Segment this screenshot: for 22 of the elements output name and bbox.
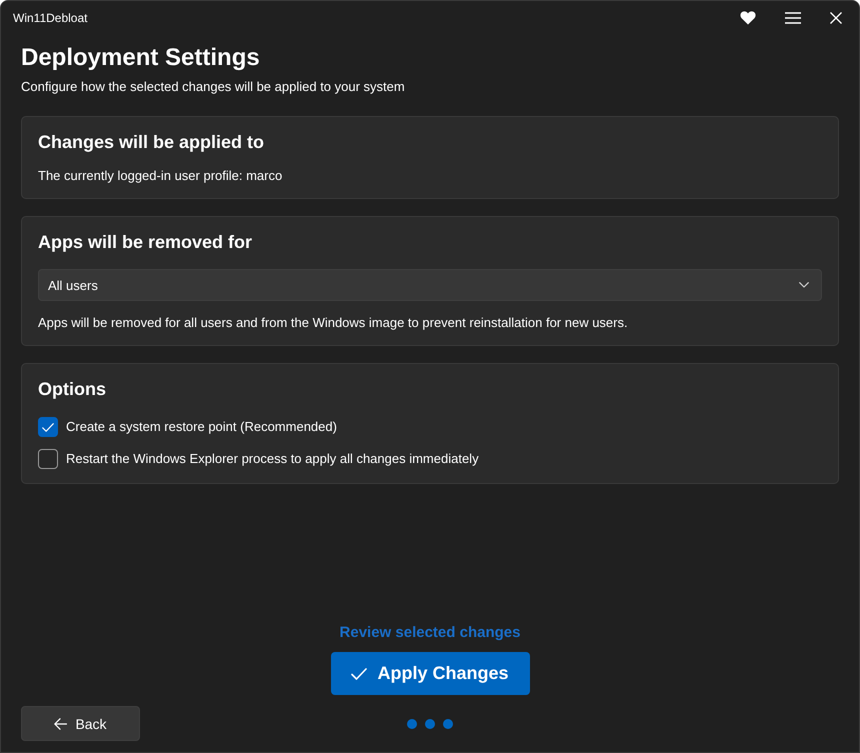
heart-icon[interactable] — [740, 11, 756, 25]
arrow-left-icon — [54, 718, 68, 730]
dropdown[interactable]: All users — [38, 269, 822, 301]
check-icon — [42, 422, 54, 432]
chevron-down-icon — [799, 282, 809, 288]
close-icon[interactable] — [830, 12, 842, 24]
checkbox-label[interactable]: Create a system restore point (Recommended) — [66, 418, 337, 436]
card-text: Apps will be removed for all users and from the Windows image to prevent reinstallation for new users. — [38, 314, 628, 332]
check-icon — [351, 668, 368, 680]
window-title: Win11Debloat — [13, 11, 88, 25]
page-subtitle: Configure how the selected changes will be applied to your system — [21, 78, 405, 96]
checkbox-label[interactable]: Restart the Windows Explorer process to apply all changes immediately — [66, 450, 479, 468]
menu-icon[interactable] — [785, 12, 801, 24]
page-title: Deployment Settings — [21, 43, 260, 73]
apply-changes-button[interactable]: Apply Changes — [330, 652, 530, 695]
card-title: Apps will be removed for — [38, 231, 252, 254]
checkbox[interactable] — [38, 417, 58, 437]
card-text: The currently logged-in user profile: marco — [38, 167, 282, 185]
checkbox[interactable] — [38, 449, 58, 469]
card-title: Options — [38, 378, 106, 401]
back-button[interactable]: Back — [21, 706, 140, 741]
card-title: Changes will be applied to — [38, 131, 264, 154]
